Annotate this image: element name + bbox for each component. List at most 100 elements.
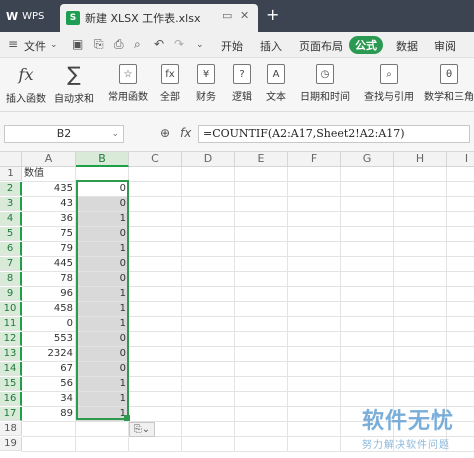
row-header[interactable]: 2 bbox=[0, 182, 22, 196]
cell-f8[interactable] bbox=[288, 272, 341, 287]
cell-c6[interactable] bbox=[129, 242, 182, 257]
cell-g13[interactable] bbox=[341, 347, 394, 362]
cell-h4[interactable] bbox=[394, 212, 447, 227]
cell-e17[interactable] bbox=[235, 407, 288, 422]
cell-d3[interactable] bbox=[182, 197, 235, 212]
cell-e11[interactable] bbox=[235, 317, 288, 332]
wps-home-tab[interactable]: W WPS bbox=[0, 4, 57, 28]
cell-d10[interactable] bbox=[182, 302, 235, 317]
save-icon[interactable]: ▣ bbox=[72, 37, 83, 51]
row-header[interactable]: 19 bbox=[0, 437, 22, 451]
cell-i11[interactable] bbox=[447, 317, 474, 332]
cell-f17[interactable] bbox=[288, 407, 341, 422]
cell-b3[interactable]: 0 bbox=[76, 197, 129, 212]
cell-d7[interactable] bbox=[182, 257, 235, 272]
cell-a16[interactable]: 34 bbox=[22, 392, 76, 407]
cell-b11[interactable]: 1 bbox=[76, 317, 129, 332]
row-header[interactable]: 18 bbox=[0, 422, 22, 436]
zoom-search-icon[interactable]: ⊕ bbox=[160, 126, 170, 140]
cell-c8[interactable] bbox=[129, 272, 182, 287]
menu-formulas[interactable]: 公式 bbox=[349, 36, 383, 54]
cell-a1[interactable]: 数值 bbox=[22, 167, 76, 182]
cell-a3[interactable]: 43 bbox=[22, 197, 76, 212]
row-header[interactable]: 10 bbox=[0, 302, 22, 316]
cell-f7[interactable] bbox=[288, 257, 341, 272]
select-all-corner[interactable] bbox=[0, 152, 22, 167]
cell-i7[interactable] bbox=[447, 257, 474, 272]
cell-a5[interactable]: 75 bbox=[22, 227, 76, 242]
cell-d16[interactable] bbox=[182, 392, 235, 407]
cell-b13[interactable]: 0 bbox=[76, 347, 129, 362]
cell-i14[interactable] bbox=[447, 362, 474, 377]
undo-icon[interactable]: ↶ bbox=[154, 37, 164, 51]
cell-b7[interactable]: 0 bbox=[76, 257, 129, 272]
cell-f1[interactable] bbox=[288, 167, 341, 182]
cell-c17[interactable] bbox=[129, 407, 182, 422]
cell-a15[interactable]: 56 bbox=[22, 377, 76, 392]
cell-i15[interactable] bbox=[447, 377, 474, 392]
cell-a8[interactable]: 78 bbox=[22, 272, 76, 287]
cell-d5[interactable] bbox=[182, 227, 235, 242]
cell-c7[interactable] bbox=[129, 257, 182, 272]
cell-d18[interactable] bbox=[182, 422, 235, 437]
cell-g4[interactable] bbox=[341, 212, 394, 227]
cell-g10[interactable] bbox=[341, 302, 394, 317]
cell-f12[interactable] bbox=[288, 332, 341, 347]
cell-f18[interactable] bbox=[288, 422, 341, 437]
math-button[interactable]: θ 数学和三角 bbox=[424, 62, 474, 110]
menu-file[interactable]: 文件 bbox=[24, 38, 46, 54]
cell-e6[interactable] bbox=[235, 242, 288, 257]
logic-button[interactable]: ? 逻辑 bbox=[232, 62, 252, 110]
cell-h15[interactable] bbox=[394, 377, 447, 392]
cell-g5[interactable] bbox=[341, 227, 394, 242]
cell-c9[interactable] bbox=[129, 287, 182, 302]
cell-h13[interactable] bbox=[394, 347, 447, 362]
cell-e19[interactable] bbox=[235, 437, 288, 452]
cell-f14[interactable] bbox=[288, 362, 341, 377]
cell-g3[interactable] bbox=[341, 197, 394, 212]
chevron-down-icon[interactable]: ⌄ bbox=[111, 126, 119, 142]
column-header-f[interactable]: F bbox=[288, 152, 341, 167]
cell-h9[interactable] bbox=[394, 287, 447, 302]
cell-e18[interactable] bbox=[235, 422, 288, 437]
cell-i10[interactable] bbox=[447, 302, 474, 317]
cell-h14[interactable] bbox=[394, 362, 447, 377]
cell-b14[interactable]: 0 bbox=[76, 362, 129, 377]
print-icon[interactable]: ⎙ bbox=[114, 37, 124, 52]
cell-c16[interactable] bbox=[129, 392, 182, 407]
paste-options-button[interactable]: ⎘⌄ bbox=[129, 422, 155, 437]
cell-i1[interactable] bbox=[447, 167, 474, 182]
menu-home[interactable]: 开始 bbox=[221, 38, 243, 54]
cell-b10[interactable]: 1 bbox=[76, 302, 129, 317]
cell-b19[interactable] bbox=[76, 437, 129, 452]
row-header[interactable]: 3 bbox=[0, 197, 22, 211]
cell-d8[interactable] bbox=[182, 272, 235, 287]
row-header[interactable]: 1 bbox=[0, 167, 22, 181]
cell-i13[interactable] bbox=[447, 347, 474, 362]
cell-h8[interactable] bbox=[394, 272, 447, 287]
cell-i8[interactable] bbox=[447, 272, 474, 287]
cell-d12[interactable] bbox=[182, 332, 235, 347]
row-header[interactable]: 15 bbox=[0, 377, 22, 391]
cell-a13[interactable]: 2324 bbox=[22, 347, 76, 362]
row-header[interactable]: 7 bbox=[0, 257, 22, 271]
cell-d17[interactable] bbox=[182, 407, 235, 422]
cell-g6[interactable] bbox=[341, 242, 394, 257]
cell-b2[interactable]: 0 bbox=[76, 182, 129, 197]
cell-a19[interactable] bbox=[22, 437, 76, 452]
cell-c10[interactable] bbox=[129, 302, 182, 317]
text-button[interactable]: A 文本 bbox=[266, 62, 286, 110]
cell-e5[interactable] bbox=[235, 227, 288, 242]
cell-b17[interactable]: 1 bbox=[76, 407, 129, 422]
row-header[interactable]: 6 bbox=[0, 242, 22, 256]
cell-f2[interactable] bbox=[288, 182, 341, 197]
cell-d15[interactable] bbox=[182, 377, 235, 392]
chevron-down-icon[interactable]: ⌄ bbox=[50, 40, 58, 50]
menu-data[interactable]: 数据 bbox=[396, 38, 418, 54]
cell-g8[interactable] bbox=[341, 272, 394, 287]
cell-b9[interactable]: 1 bbox=[76, 287, 129, 302]
cell-i5[interactable] bbox=[447, 227, 474, 242]
cell-c13[interactable] bbox=[129, 347, 182, 362]
column-header-i[interactable]: I bbox=[447, 152, 474, 167]
cell-d6[interactable] bbox=[182, 242, 235, 257]
